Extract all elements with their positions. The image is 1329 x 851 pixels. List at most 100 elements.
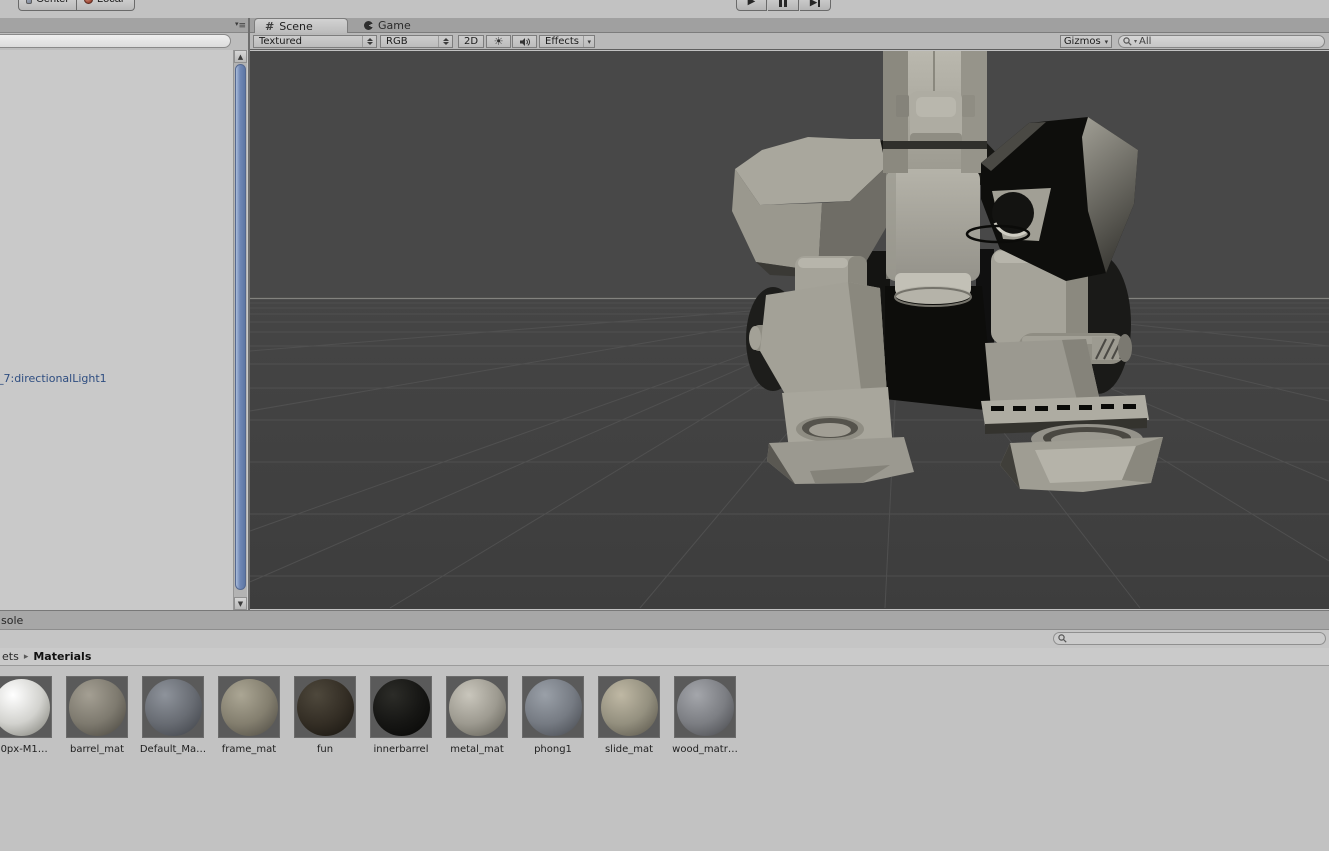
chevron-down-icon: ▾ xyxy=(583,36,594,47)
hierarchy-search-input[interactable] xyxy=(0,34,231,48)
project-search-input[interactable] xyxy=(1053,632,1326,645)
scrollbar-thumb[interactable] xyxy=(235,64,246,590)
gizmos-dropdown[interactable]: Gizmos ▾ xyxy=(1060,35,1112,48)
material-label: slide_mat xyxy=(604,744,654,755)
render-mode-value: RGB xyxy=(386,36,408,47)
material-sphere-preview xyxy=(144,678,202,736)
material-item[interactable]: innerbarrel xyxy=(370,676,432,755)
material-thumbnail[interactable] xyxy=(142,676,204,738)
hierarchy-search-row xyxy=(0,33,248,50)
step-button[interactable]: ▶ xyxy=(800,0,831,11)
material-item[interactable]: Default_Ma… xyxy=(140,676,206,755)
material-sphere-preview xyxy=(676,678,734,736)
material-item[interactable]: phong1 xyxy=(522,676,584,755)
search-icon xyxy=(1058,634,1067,643)
material-sphere-preview xyxy=(296,678,354,736)
scene-view-panel: # Scene Game Textured RGB 2D ☀ Effects ▾… xyxy=(250,18,1329,609)
material-item[interactable]: 00px-M1… xyxy=(0,676,52,755)
material-item[interactable]: slide_mat xyxy=(598,676,660,755)
pause-button[interactable] xyxy=(768,0,799,11)
material-sphere-preview xyxy=(68,678,126,736)
pause-icon xyxy=(779,0,787,7)
material-item[interactable]: fun xyxy=(294,676,356,755)
material-thumbnail[interactable] xyxy=(0,676,52,738)
breadcrumb-current[interactable]: Materials xyxy=(33,650,91,663)
material-label: frame_mat xyxy=(221,744,277,755)
effects-label: Effects xyxy=(545,36,579,47)
scene-tabstrip: # Scene Game xyxy=(250,18,1329,33)
hierarchy-panel: ▾≡ _7:directionalLight1 ▲ ▼ xyxy=(0,18,248,610)
search-icon xyxy=(1123,37,1132,46)
panel-menu-icon[interactable]: ▾≡ xyxy=(235,20,246,31)
play-icon: ▶ xyxy=(747,0,756,7)
center-pivot-button[interactable]: Center xyxy=(18,0,77,11)
draw-mode-dropdown[interactable]: Textured xyxy=(253,35,377,48)
material-sphere-preview xyxy=(372,678,430,736)
breadcrumb: ets ▸ Materials xyxy=(0,648,1329,666)
project-toolbar xyxy=(0,630,1329,648)
material-thumbnail[interactable] xyxy=(674,676,736,738)
speaker-icon xyxy=(519,37,530,46)
breadcrumb-arrow-icon: ▸ xyxy=(23,651,29,662)
lighting-toggle-button[interactable]: ☀ xyxy=(486,35,511,48)
play-button[interactable]: ▶ xyxy=(736,0,767,11)
material-thumbnail[interactable] xyxy=(218,676,280,738)
tab-game[interactable]: Game xyxy=(354,18,421,33)
hierarchy-scrollbar[interactable]: ▲ ▼ xyxy=(233,50,247,610)
material-item[interactable]: metal_mat xyxy=(446,676,508,755)
material-sphere-preview xyxy=(448,678,506,736)
material-sphere-preview xyxy=(0,678,50,736)
material-label: barrel_mat xyxy=(69,744,125,755)
chevron-down-icon: ▾ xyxy=(1134,38,1138,45)
material-label: wood_matr… xyxy=(672,744,738,755)
popup-arrows-icon xyxy=(438,36,449,47)
pivot-icon xyxy=(26,0,32,4)
scroll-down-arrow-icon[interactable]: ▼ xyxy=(234,597,247,610)
main-toolbar: Center Local ▶ ▶ xyxy=(0,0,1329,18)
chevron-down-icon: ▾ xyxy=(1104,37,1109,46)
gizmos-label: Gizmos xyxy=(1063,36,1101,47)
console-tabstrip: sole xyxy=(0,610,1329,630)
scene-toolbar: Textured RGB 2D ☀ Effects ▾ Gizmos ▾ ▾ A… xyxy=(250,33,1329,50)
hierarchy-item-directional-light[interactable]: _7:directionalLight1 xyxy=(0,372,107,385)
material-thumbnail[interactable] xyxy=(598,676,660,738)
material-sphere-preview xyxy=(600,678,658,736)
tab-game-label: Game xyxy=(378,19,411,32)
hierarchy-tabstrip: ▾≡ xyxy=(0,18,248,33)
scene-grid-icon: # xyxy=(265,19,275,33)
scene-viewport[interactable] xyxy=(250,51,1329,609)
material-label: 00px-M1… xyxy=(0,744,48,755)
material-item[interactable]: barrel_mat xyxy=(66,676,128,755)
material-label: metal_mat xyxy=(450,744,504,755)
game-pacman-icon xyxy=(364,21,373,30)
material-sphere-preview xyxy=(524,678,582,736)
scene-search-input[interactable]: ▾ All xyxy=(1118,35,1325,48)
effects-dropdown[interactable]: Effects ▾ xyxy=(539,35,595,48)
unity-editor-window: Center Local ▶ ▶ ▾≡ _7:directionalLight1… xyxy=(0,0,1329,851)
material-thumbnail[interactable] xyxy=(522,676,584,738)
material-thumbnail[interactable] xyxy=(66,676,128,738)
material-thumbnail[interactable] xyxy=(446,676,508,738)
material-label: phong1 xyxy=(534,744,572,755)
draw-mode-value: Textured xyxy=(259,36,302,47)
material-item[interactable]: wood_matr… xyxy=(672,676,738,755)
tab-console[interactable]: sole xyxy=(1,614,23,627)
material-thumbnail[interactable] xyxy=(370,676,432,738)
hierarchy-list[interactable]: _7:directionalLight1 xyxy=(0,50,232,610)
sun-icon: ☀ xyxy=(493,35,504,48)
2d-toggle-button[interactable]: 2D xyxy=(458,35,484,48)
scene-search-value: All xyxy=(1139,36,1152,47)
breadcrumb-parent[interactable]: ets xyxy=(2,650,19,663)
audio-toggle-button[interactable] xyxy=(512,35,537,48)
scene-3d-render xyxy=(250,51,1329,609)
center-pivot-label: Center xyxy=(36,0,69,5)
material-thumbnail[interactable] xyxy=(294,676,356,738)
render-mode-dropdown[interactable]: RGB xyxy=(380,35,453,48)
material-item[interactable]: frame_mat xyxy=(218,676,280,755)
scroll-up-arrow-icon[interactable]: ▲ xyxy=(234,50,247,63)
material-sphere-preview xyxy=(220,678,278,736)
tab-scene[interactable]: # Scene xyxy=(254,18,348,33)
rotation-globe-icon xyxy=(84,0,93,4)
step-icon: ▶ xyxy=(810,0,820,7)
local-rotation-button[interactable]: Local xyxy=(77,0,135,11)
